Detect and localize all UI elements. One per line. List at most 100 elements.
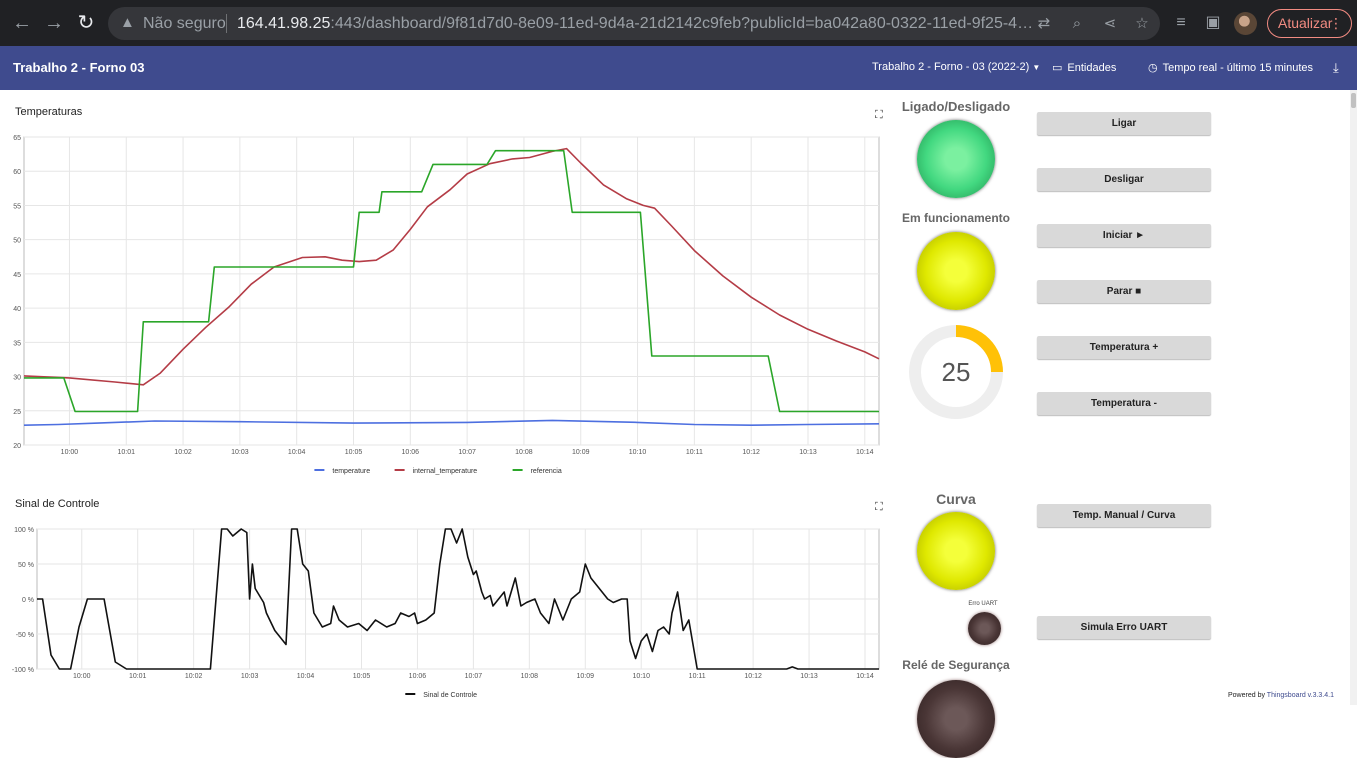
curva-led <box>917 512 995 590</box>
temperaturas-chart: 20 25 30 35 40 45 50 55 60 65 10:00 10:01 10:02 10:03… <box>13 135 880 475</box>
warning-icon: ▲ <box>120 14 135 31</box>
erro-uart-led <box>968 612 1001 645</box>
browser-toolbar: ← → ↻ ▲ Não seguro 164.41.98.25:443/dash… <box>0 0 1357 46</box>
translate-icon[interactable]: ⇄ <box>1032 12 1056 36</box>
x-tick-label: 10:02 <box>174 449 192 456</box>
x-tick-label: 10:05 <box>345 449 363 456</box>
x-tick-label: 10:03 <box>241 673 259 680</box>
share-icon[interactable]: ⋖ <box>1098 12 1122 36</box>
dashboard-state-label: Trabalho 2 - Forno - 03 (2022-2) <box>872 61 1030 73</box>
x-tick-label: 10:09 <box>577 673 595 680</box>
x-tick-label: 10:04 <box>297 673 315 680</box>
x-tick-label: 10:01 <box>129 673 147 680</box>
x-tick-label: 10:11 <box>686 449 703 456</box>
entities-label: Entidades <box>1067 62 1117 74</box>
y-tick-label: 25 <box>13 409 21 416</box>
x-tick-label: 10:13 <box>800 673 818 680</box>
y-tick-label: 0 % <box>22 597 34 604</box>
forward-arrow-icon[interactable]: → <box>39 8 69 38</box>
clock-icon: ◷ <box>1148 62 1158 74</box>
funcionamento-led <box>917 232 995 310</box>
y-tick-label: 20 <box>13 443 21 450</box>
powered-by-label: Powered by <box>1228 692 1265 699</box>
address-bar[interactable]: ▲ Não seguro 164.41.98.25:443/dashboard/… <box>108 7 1160 40</box>
url-host: 164.41.98.25 <box>237 15 331 32</box>
legend-label: Sinal de Controle <box>423 692 477 699</box>
legend-label: temperature <box>332 468 370 475</box>
zoom-icon[interactable]: ⌕ <box>1065 12 1089 36</box>
funcionamento-title: Em funcionamento <box>901 211 1010 225</box>
insecure-label: Não seguro <box>143 15 226 32</box>
sidepanel-icon[interactable]: ▣ <box>1198 8 1228 38</box>
y-tick-label: 100 % <box>14 527 34 534</box>
x-tick-label: 10:09 <box>572 449 590 456</box>
x-tick-label: 10:07 <box>458 449 476 456</box>
x-tick-label: 10:12 <box>742 449 760 456</box>
scrollbar-thumb[interactable] <box>1351 93 1356 108</box>
url-text: 164.41.98.25:443/dashboard/9f81d7d0-8e09… <box>237 15 1037 33</box>
back-arrow-icon[interactable]: ← <box>7 8 37 38</box>
legend-label: referencia <box>531 468 562 475</box>
x-tick-label: 10:06 <box>402 449 420 456</box>
y-tick-label: 30 <box>13 375 21 382</box>
x-tick-label: 10:08 <box>515 449 533 456</box>
temperature-gauge: 25 <box>909 325 1003 419</box>
y-tick-label: 40 <box>13 306 21 313</box>
dashboard-state-selector[interactable]: Trabalho 2 - Forno - 03 (2022-2) ▼ <box>872 61 1040 73</box>
update-label: Atualizar <box>1278 15 1333 31</box>
update-button[interactable]: Atualizar ⋮ <box>1267 9 1352 38</box>
erro-uart-label: Erro UART <box>968 601 998 607</box>
temperatura-mais-button[interactable]: Temperatura + <box>1037 336 1211 359</box>
y-tick-label: 60 <box>13 169 21 176</box>
curva-title: Curva <box>936 491 976 507</box>
url-path: :443/dashboard/9f81d7d0-8e09-11ed-9d4a-2… <box>330 15 1037 32</box>
dashboard-header: Trabalho 2 - Forno 03 Trabalho 2 - Forno… <box>0 46 1357 90</box>
thingsboard-link[interactable]: Thingsboard v.3.3.4.1 <box>1267 692 1334 699</box>
manual-curva-button[interactable]: Temp. Manual / Curva <box>1037 504 1211 527</box>
rele-title: Relé de Segurança <box>902 658 1010 672</box>
menu-dots-icon: ⋮ <box>1329 15 1343 31</box>
caret-down-icon: ▼ <box>1032 63 1041 72</box>
scrollbar[interactable] <box>1350 90 1357 705</box>
ligar-button[interactable]: Ligar <box>1037 112 1211 135</box>
y-tick-label: -100 % <box>12 667 34 674</box>
y-tick-label: 65 <box>13 135 21 142</box>
x-tick-label: 10:14 <box>856 449 874 456</box>
sinal-chart: -100 % -50 % 0 % 50 % 100 % 10:00 10:01 10:02 10… <box>12 527 880 699</box>
x-tick-label: 10:07 <box>465 673 483 680</box>
legend-label: internal_temperature <box>413 468 478 475</box>
star-icon[interactable]: ☆ <box>1130 12 1154 36</box>
temperatura-menos-button[interactable]: Temperatura - <box>1037 392 1211 415</box>
ligado-led <box>917 120 995 198</box>
parar-button[interactable]: Parar ■ <box>1037 280 1211 303</box>
x-tick-label: 10:00 <box>61 449 79 456</box>
x-tick-label: 10:14 <box>856 673 874 680</box>
x-tick-label: 10:03 <box>231 449 249 456</box>
y-tick-label: 55 <box>13 203 21 210</box>
x-tick-label: 10:05 <box>353 673 371 680</box>
desligar-button[interactable]: Desligar <box>1037 168 1211 191</box>
media-icon[interactable]: ≡ <box>1166 8 1196 38</box>
timewindow-button[interactable]: ◷ Tempo real - último 15 minutes <box>1148 61 1313 74</box>
reload-icon[interactable]: ↻ <box>71 8 101 38</box>
rele-led <box>917 680 995 758</box>
x-tick-label: 10:12 <box>744 673 762 680</box>
y-tick-label: 35 <box>13 340 21 347</box>
y-tick-label: -50 % <box>16 632 34 639</box>
profile-avatar[interactable] <box>1234 12 1257 35</box>
ligado-title: Ligado/Desligado <box>901 99 1011 114</box>
download-icon[interactable]: ⤓ <box>1333 60 1339 76</box>
x-tick-label: 10:08 <box>521 673 539 680</box>
entities-button[interactable]: ▭ Entidades <box>1052 61 1116 74</box>
x-tick-label: 10:11 <box>689 673 706 680</box>
x-tick-label: 10:10 <box>632 673 650 680</box>
powered-by: Powered by Thingsboard v.3.3.4.1 <box>1228 692 1334 699</box>
x-tick-label: 10:06 <box>409 673 427 680</box>
iniciar-button[interactable]: Iniciar ► <box>1037 224 1211 247</box>
x-tick-label: 10:01 <box>117 449 135 456</box>
simula-erro-uart-button[interactable]: Simula Erro UART <box>1037 616 1211 639</box>
x-tick-label: 10:00 <box>73 673 91 680</box>
entities-icon: ▭ <box>1052 62 1063 74</box>
address-separator <box>226 14 227 33</box>
y-tick-label: 50 % <box>18 562 34 569</box>
